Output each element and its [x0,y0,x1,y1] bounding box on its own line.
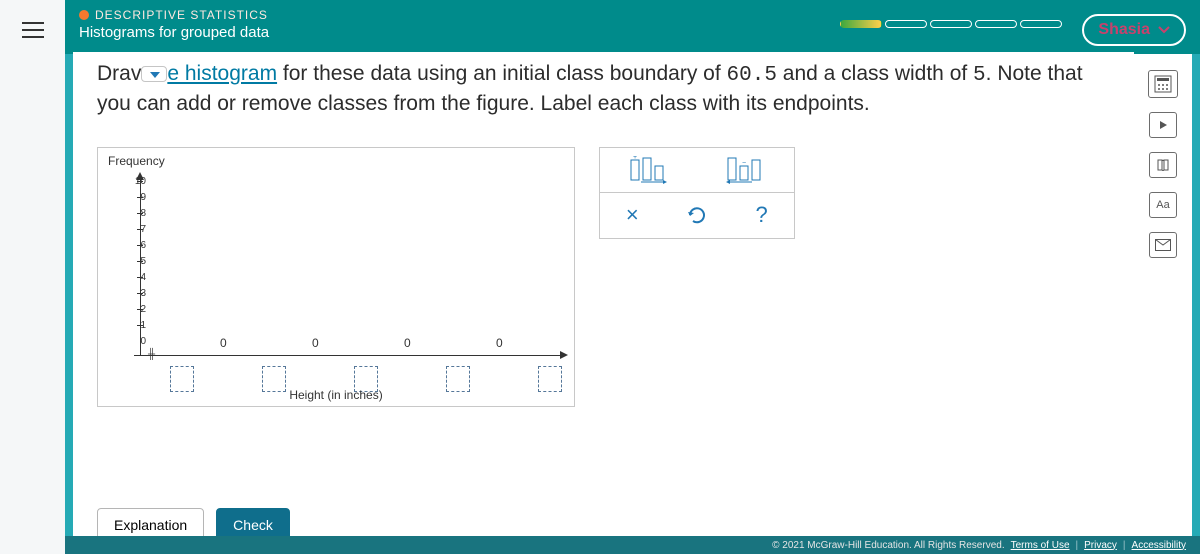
x-axis [134,355,562,356]
remove-bar-button[interactable]: − [720,152,772,188]
svg-text:+: + [633,156,637,161]
axis-break-icon: ╫ [148,349,155,360]
instructions-text: Drave histogram for these data using an … [97,60,1110,119]
histogram-link[interactable]: e histogram [167,62,277,85]
play-icon[interactable] [1149,112,1177,138]
username: Shasia [1098,21,1150,39]
user-menu[interactable]: Shasia [1082,14,1186,46]
accessibility-link[interactable]: Accessibility [1132,540,1186,551]
calculator-icon[interactable] [1148,70,1178,98]
add-bar-button[interactable]: + [623,152,675,188]
undo-button[interactable] [671,197,723,233]
progress-bar [840,20,1062,28]
footer: © 2021 McGraw-Hill Education. All Rights… [65,536,1200,554]
histogram-chart[interactable]: Frequency 10 9 8 7 6 5 4 3 2 1 0 [97,147,575,407]
dropdown-badge-icon[interactable] [141,66,167,82]
clear-button[interactable]: × [606,197,658,233]
right-toolbar: Aa [1134,54,1192,554]
help-button[interactable]: ? [736,197,788,233]
svg-text:−: − [742,160,746,167]
chart-toolbox: + − × ? [599,147,795,407]
mail-icon[interactable] [1149,232,1177,258]
text-size-icon[interactable]: Aa [1149,192,1177,218]
y-axis-label: Frequency [108,154,165,168]
x-axis-label: Height (in inches) [98,388,574,402]
chevron-down-icon [1158,26,1170,34]
page-subtitle: Histograms for grouped data [79,24,840,41]
section-dot-icon [79,10,89,20]
top-bar: DESCRIPTIVE STATISTICS Histograms for gr… [65,0,1200,54]
book-icon[interactable] [1149,152,1177,178]
section-label: DESCRIPTIVE STATISTICS [95,8,268,22]
terms-link[interactable]: Terms of Use [1011,540,1070,551]
privacy-link[interactable]: Privacy [1084,540,1117,551]
hamburger-menu[interactable] [22,22,44,38]
copyright: © 2021 McGraw-Hill Education. All Rights… [772,540,1004,551]
